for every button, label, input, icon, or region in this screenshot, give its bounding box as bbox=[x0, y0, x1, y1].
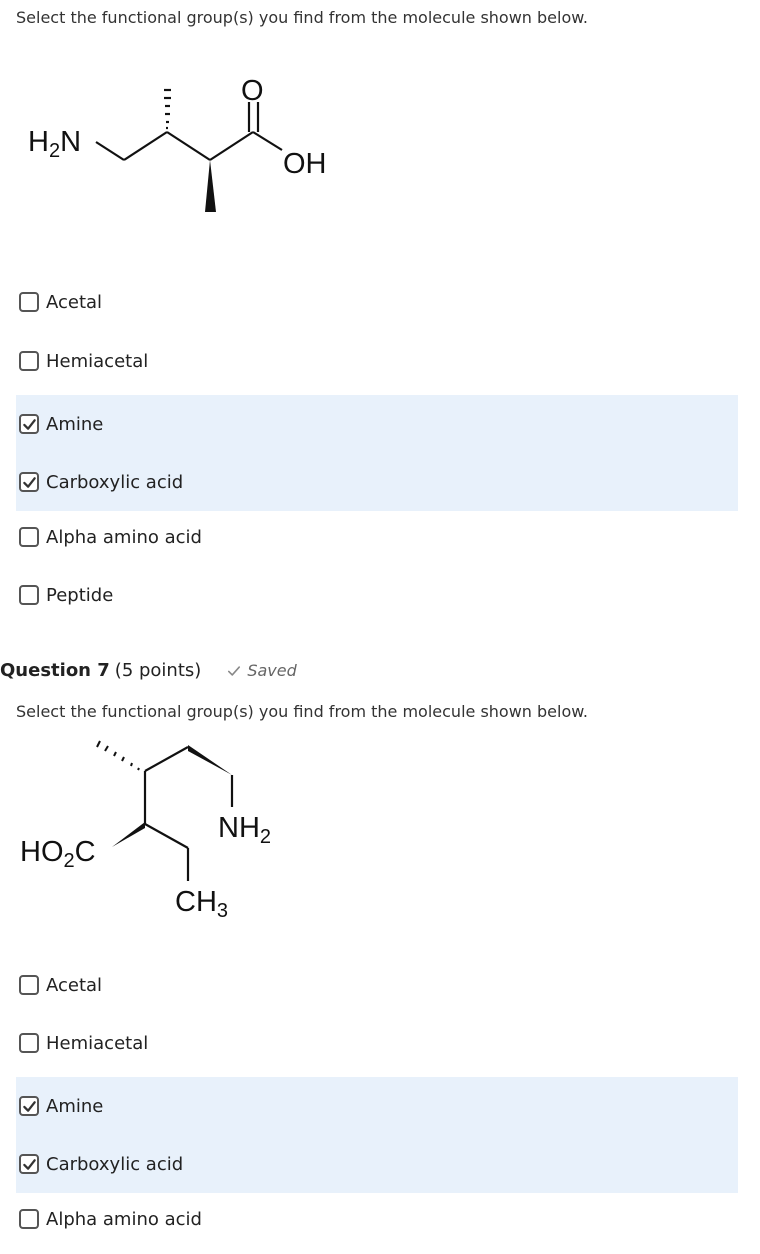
q6-option-label: Alpha amino acid bbox=[46, 526, 202, 548]
q6-hydroxyl-label: OH bbox=[283, 148, 327, 180]
q6-checkbox-amine[interactable] bbox=[19, 414, 39, 434]
q7-option-label: Alpha amino acid bbox=[46, 1208, 202, 1230]
q6-amine-label: H2N bbox=[28, 126, 81, 162]
q7-amine-label: NH2 bbox=[218, 812, 271, 848]
checkmark-icon bbox=[22, 476, 36, 488]
saved-check-icon bbox=[228, 665, 241, 676]
q7-option-alpha-amino-acid[interactable]: Alpha amino acid bbox=[16, 1190, 738, 1248]
q7-saved-status: Saved bbox=[227, 661, 297, 680]
q6-checkbox-hemiacetal[interactable] bbox=[19, 351, 39, 371]
q7-points: (5 points) bbox=[114, 660, 202, 681]
checkmark-icon bbox=[22, 1100, 36, 1112]
q7-option-amine[interactable]: Amine bbox=[16, 1077, 738, 1135]
q6-carbonyl-o-label: O bbox=[241, 75, 264, 107]
q6-option-peptide[interactable]: Peptide bbox=[16, 566, 738, 624]
q6-option-acetal[interactable]: Acetal bbox=[16, 273, 738, 331]
q6-option-label: Amine bbox=[46, 413, 104, 435]
q6-checkbox-carboxylic-acid[interactable] bbox=[19, 472, 39, 492]
q7-molecule-structure: NH2 HO2C CH3 bbox=[20, 740, 271, 922]
q6-option-label: Acetal bbox=[46, 291, 103, 313]
q6-prompt: Select the functional group(s) you find … bbox=[16, 8, 588, 27]
q7-saved-text: Saved bbox=[247, 661, 297, 680]
q7-methyl-label: CH3 bbox=[175, 886, 228, 922]
q7-checkbox-alpha-amino-acid[interactable] bbox=[19, 1209, 39, 1229]
q7-checkbox-carboxylic-acid[interactable] bbox=[19, 1154, 39, 1174]
q7-option-hemiacetal[interactable]: Hemiacetal bbox=[16, 1014, 738, 1072]
q6-option-alpha-amino-acid[interactable]: Alpha amino acid bbox=[16, 508, 738, 566]
q7-option-carboxylic-acid[interactable]: Carboxylic acid bbox=[16, 1135, 738, 1193]
q7-option-acetal[interactable]: Acetal bbox=[16, 956, 738, 1014]
q7-option-label: Amine bbox=[46, 1095, 104, 1117]
q7-checkbox-acetal[interactable] bbox=[19, 975, 39, 995]
q7-checkbox-hemiacetal[interactable] bbox=[19, 1033, 39, 1053]
q6-checkbox-alpha-amino-acid[interactable] bbox=[19, 527, 39, 547]
q6-option-label: Carboxylic acid bbox=[46, 471, 184, 493]
q6-option-label: Peptide bbox=[46, 584, 114, 606]
q6-molecule-structure: H2N O OH bbox=[28, 75, 327, 212]
q7-prompt: Select the functional group(s) you find … bbox=[16, 702, 588, 721]
q6-option-hemiacetal[interactable]: Hemiacetal bbox=[16, 332, 738, 390]
q7-option-label: Acetal bbox=[46, 974, 103, 996]
q6-checkbox-peptide[interactable] bbox=[19, 585, 39, 605]
q6-option-carboxylic-acid[interactable]: Carboxylic acid bbox=[16, 453, 738, 511]
q7-header: Question 7 (5 points) Saved bbox=[0, 660, 297, 681]
q7-checkbox-amine[interactable] bbox=[19, 1096, 39, 1116]
q6-option-amine[interactable]: Amine bbox=[16, 395, 738, 453]
q7-option-label: Carboxylic acid bbox=[46, 1153, 184, 1175]
q7-title: Question 7 bbox=[0, 660, 110, 681]
q7-acid-label: HO2C bbox=[20, 836, 96, 872]
q6-checkbox-acetal[interactable] bbox=[19, 292, 39, 312]
q6-option-label: Hemiacetal bbox=[46, 350, 149, 372]
checkmark-icon bbox=[22, 418, 36, 430]
q7-option-label: Hemiacetal bbox=[46, 1032, 149, 1054]
checkmark-icon bbox=[22, 1158, 36, 1170]
